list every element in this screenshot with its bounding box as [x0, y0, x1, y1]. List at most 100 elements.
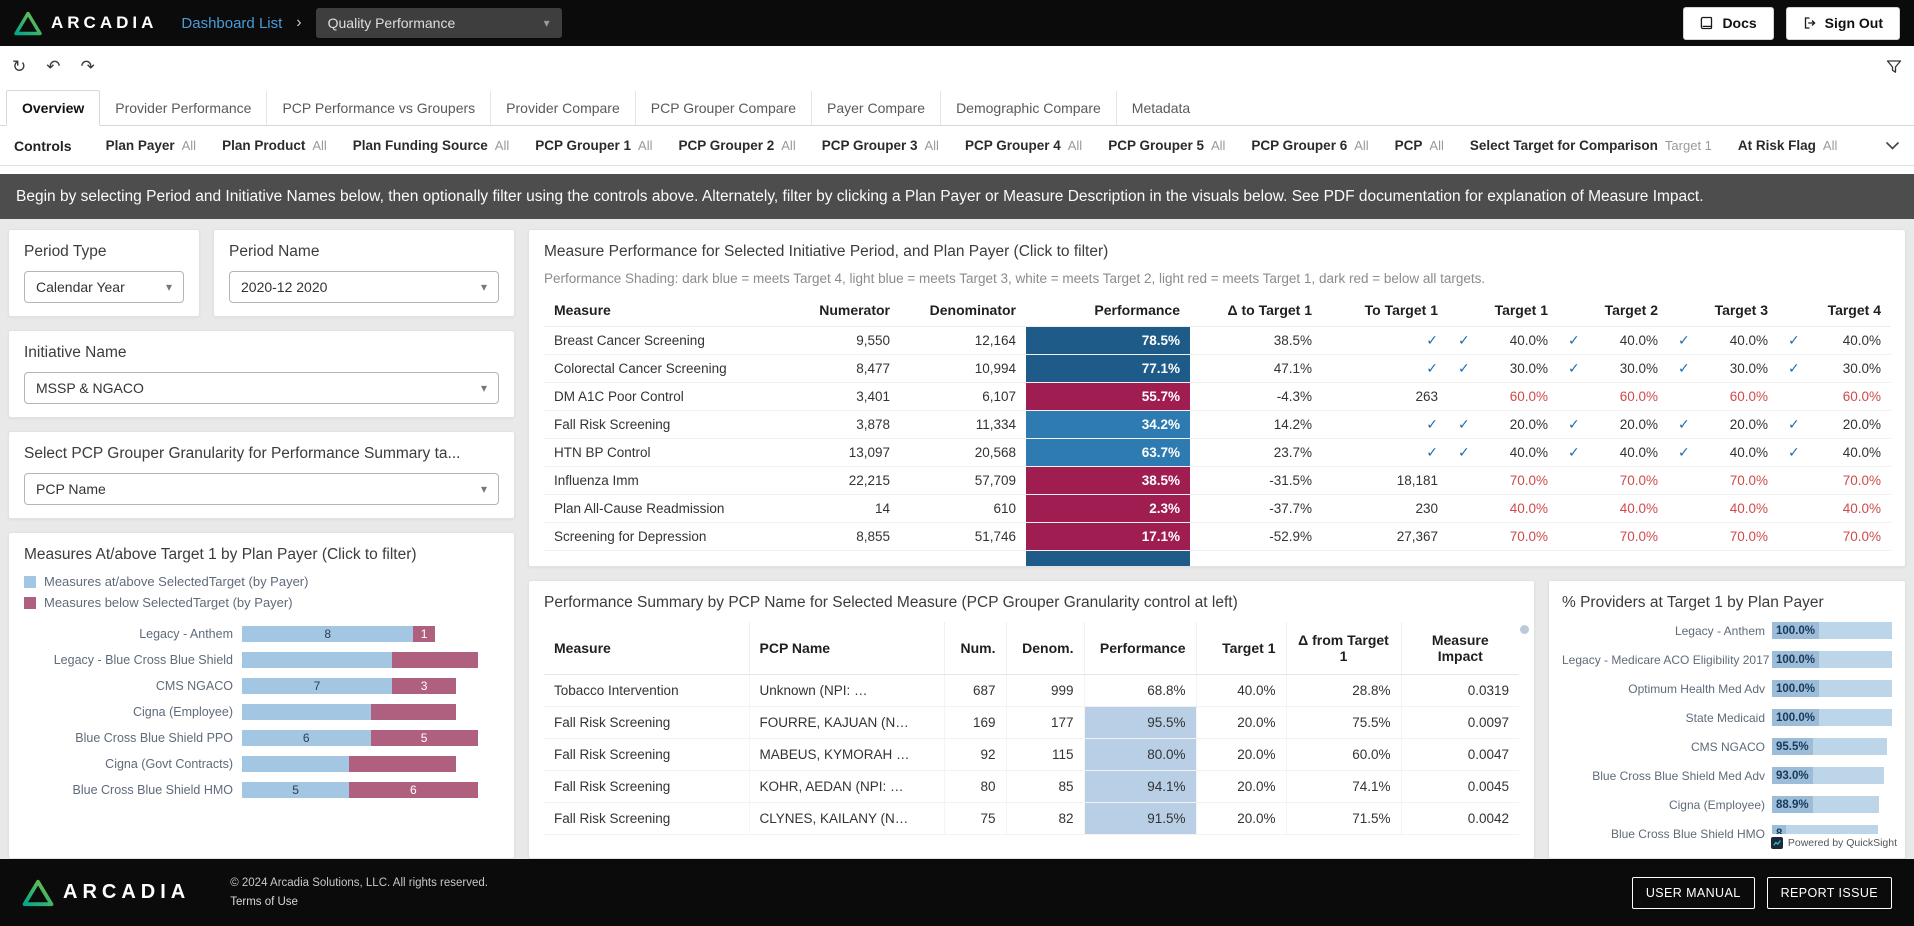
- payer-bar-blue-cross-blue-shield-ppo[interactable]: Blue Cross Blue Shield PPO 6 5: [24, 730, 499, 746]
- provider-bar-cigna-employee[interactable]: Cigna (Employee) 88.9%: [1562, 796, 1892, 813]
- delta-from-target: 74.1%: [1286, 770, 1402, 803]
- summary-row-unknown-npi[interactable]: Tobacco Intervention Unknown (NPI: … 687 99…: [544, 674, 1519, 707]
- summary-row-clynes-kailany-n[interactable]: Fall Risk Screening CLYNES, KAILANY (N… 75…: [544, 802, 1519, 835]
- tab-provider-compare[interactable]: Provider Compare: [490, 91, 635, 125]
- undo-icon[interactable]: ↶: [46, 58, 60, 75]
- pcp-name: Unknown (NPI: …: [749, 674, 945, 707]
- target-value: 40.0%: [1842, 333, 1881, 348]
- control-plan-funding-source[interactable]: Plan Funding Source All: [353, 138, 509, 153]
- tab-overview[interactable]: Overview: [6, 90, 101, 126]
- initiative-name-select[interactable]: MSSP & NGACO ▾: [24, 372, 499, 404]
- tab-pcp-grouper-compare[interactable]: PCP Grouper Compare: [634, 91, 811, 125]
- target-1: 20.0%: [1196, 706, 1287, 739]
- controls-label: Controls: [14, 137, 72, 154]
- performance-cell: 17.1%: [1026, 522, 1190, 551]
- measure-row-influenza-imm[interactable]: Influenza Imm 22,215 57,709 38.5% -31.5% 18,1…: [544, 466, 1891, 495]
- period-type-select[interactable]: Calendar Year ▾: [24, 271, 184, 303]
- target-1-cell: ✓ 20.0%: [1448, 410, 1558, 439]
- col-num: Num.: [944, 622, 1007, 675]
- control-at-risk-flag[interactable]: At Risk Flag All: [1738, 138, 1837, 153]
- performance-summary-title: Performance Summary by PCP Name for Sele…: [544, 594, 1238, 611]
- denominator: 51,746: [900, 522, 1026, 551]
- provider-bar-optimum-health-med-adv[interactable]: Optimum Health Med Adv 100.0%: [1562, 680, 1892, 697]
- summary-row-kohr-aedan-npi[interactable]: Fall Risk Screening KOHR, AEDAN (NPI: … 80…: [544, 770, 1519, 803]
- dashboard-select[interactable]: Quality Performance ▾: [315, 8, 562, 38]
- period-name-panel: Period Name 2020-12 2020 ▾: [213, 229, 515, 317]
- tab-payer-compare[interactable]: Payer Compare: [811, 91, 940, 125]
- payer-bar-blue-cross-blue-shield-hmo[interactable]: Blue Cross Blue Shield HMO 5 6: [24, 782, 499, 798]
- measure-row-dm-a1c-poor-control[interactable]: DM A1C Poor Control 3,401 6,107 55.7% -4.3% 2…: [544, 382, 1891, 411]
- performance-cell: 38.5%: [1026, 466, 1190, 495]
- measure-row-breast-cancer-screening[interactable]: Breast Cancer Screening 9,550 12,164 78.5% 3…: [544, 326, 1891, 355]
- sign-out-button[interactable]: Sign Out: [1785, 6, 1900, 40]
- granularity-panel: Select PCP Grouper Granularity for Perfo…: [8, 431, 515, 519]
- period-name-select[interactable]: 2020-12 2020 ▾: [229, 271, 499, 303]
- control-select-target-for-comparison[interactable]: Select Target for Comparison Target 1: [1470, 138, 1712, 153]
- period-name-value: 2020-12 2020: [241, 279, 328, 295]
- provider-bar-blue-cross-blue-shield-med-adv[interactable]: Blue Cross Blue Shield Med Adv 93.0%: [1562, 767, 1892, 784]
- control-name: PCP Grouper 2: [678, 138, 775, 153]
- numerator: 92: [944, 738, 1007, 771]
- arcadia-logo-text: ARCADIA: [51, 13, 158, 32]
- denominator: 20,568: [900, 438, 1026, 467]
- control-name: Plan Payer: [105, 138, 175, 153]
- target-3-cell: ✓ 40.0%: [1668, 438, 1778, 467]
- control-pcp-grouper-5[interactable]: PCP Grouper 5 All: [1108, 138, 1225, 153]
- tab-metadata[interactable]: Metadata: [1115, 91, 1205, 125]
- delta-to-target: -4.3%: [1190, 382, 1322, 411]
- reset-icon[interactable]: ↻: [12, 58, 26, 75]
- check-icon: ✓: [1568, 416, 1580, 432]
- payer-bar-legacy-anthem[interactable]: Legacy - Anthem 8 1: [24, 626, 499, 642]
- control-pcp-grouper-4[interactable]: PCP Grouper 4 All: [965, 138, 1082, 153]
- user-manual-button[interactable]: USER MANUAL: [1631, 876, 1755, 909]
- provider-bar-legacy-anthem[interactable]: Legacy - Anthem 100.0%: [1562, 622, 1892, 639]
- tab-demographic-compare[interactable]: Demographic Compare: [940, 91, 1116, 125]
- control-plan-payer[interactable]: Plan Payer All: [106, 138, 197, 153]
- control-pcp-grouper-2[interactable]: PCP Grouper 2 All: [678, 138, 795, 153]
- legend-label: Measures below SelectedTarget (by Payer): [44, 595, 293, 610]
- value-badge: 88.9%: [1772, 796, 1813, 813]
- measure-row-htn-bp-control[interactable]: HTN BP Control 13,097 20,568 63.7% 23.7% ✓ ✓ 40…: [544, 438, 1891, 467]
- provider-bar-legacy-medicare-aco-eligibility-2017[interactable]: Legacy - Medicare ACO Eligibility 2017 10…: [1562, 651, 1892, 668]
- granularity-select[interactable]: PCP Name ▾: [24, 473, 499, 505]
- provider-bar-fill: 88.9%: [1772, 796, 1879, 813]
- measure-row-colorectal-cancer-screening[interactable]: Colorectal Cancer Screening 8,477 10,994 77…: [544, 354, 1891, 383]
- target-4-cell: 70.0%: [1778, 466, 1891, 495]
- provider-bar-state-medicaid[interactable]: State Medicaid 100.0%: [1562, 709, 1892, 726]
- payer-bar-legacy-blue-cross-blue-shield[interactable]: Legacy - Blue Cross Blue Shield: [24, 652, 499, 668]
- target-4-cell: ✓ 20.0%: [1778, 410, 1891, 439]
- payer-bar-cigna-govt-contracts[interactable]: Cigna (Govt Contracts): [24, 756, 499, 772]
- control-pcp[interactable]: PCP All: [1395, 138, 1444, 153]
- provider-bar-cms-ngaco[interactable]: CMS NGACO 95.5%: [1562, 738, 1892, 755]
- measure-row-screening-for-depression[interactable]: Screening for Depression 8,855 51,746 17.1%…: [544, 522, 1891, 551]
- controls-collapse-icon[interactable]: [1885, 141, 1900, 150]
- control-plan-product[interactable]: Plan Product All: [222, 138, 327, 153]
- denominator: 610: [900, 494, 1026, 523]
- numerator: 3,401: [782, 382, 900, 411]
- performance-cell: 34.2%: [1026, 410, 1190, 439]
- measure-row-plan-all-cause-readmission[interactable]: Plan All-Cause Readmission 14 610 2.3% -37.7…: [544, 494, 1891, 523]
- filter-funnel-icon[interactable]: [1886, 59, 1902, 74]
- control-pcp-grouper-6[interactable]: PCP Grouper 6 All: [1251, 138, 1368, 153]
- control-pcp-grouper-1[interactable]: PCP Grouper 1 All: [535, 138, 652, 153]
- footer-buttons: USER MANUAL REPORT ISSUE: [1631, 876, 1892, 909]
- col-to-target-1: To Target 1: [1322, 294, 1448, 327]
- summary-row-fourre-kajuan-n[interactable]: Fall Risk Screening FOURRE, KAJUAN (N… 169…: [544, 706, 1519, 739]
- target-1-cell: 60.0%: [1448, 382, 1558, 411]
- tab-pcp-performance-vs-groupers[interactable]: PCP Performance vs Groupers: [266, 91, 490, 125]
- measure-performance-panel: Measure Performance for Selected Initiat…: [528, 229, 1906, 567]
- terms-of-use-link[interactable]: Terms of Use: [230, 896, 298, 908]
- tab-provider-performance[interactable]: Provider Performance: [100, 91, 266, 125]
- col-target-4: Target 4: [1778, 294, 1891, 327]
- report-issue-button[interactable]: REPORT ISSUE: [1766, 876, 1892, 909]
- measure-row-fall-risk-screening[interactable]: Fall Risk Screening 3,878 11,334 34.2% 14.2%…: [544, 410, 1891, 439]
- redo-icon[interactable]: ↷: [81, 58, 95, 75]
- docs-button[interactable]: Docs: [1683, 6, 1774, 40]
- control-name: Plan Funding Source: [352, 138, 488, 153]
- scrollbar-thumb[interactable]: [1520, 625, 1529, 634]
- breadcrumb-dashboard-list[interactable]: Dashboard List: [181, 15, 282, 32]
- payer-bar-cms-ngaco[interactable]: CMS NGACO 7 3: [24, 678, 499, 694]
- control-pcp-grouper-3[interactable]: PCP Grouper 3 All: [822, 138, 939, 153]
- payer-bar-cigna-employee[interactable]: Cigna (Employee): [24, 704, 499, 720]
- summary-row-mabeus-kymorah[interactable]: Fall Risk Screening MABEUS, KYMORAH … 92 11…: [544, 738, 1519, 771]
